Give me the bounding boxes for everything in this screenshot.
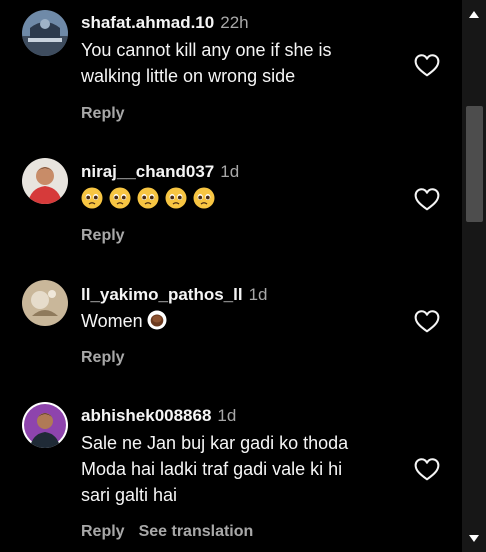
avatar[interactable]: [22, 280, 68, 326]
heart-outline-icon[interactable]: [414, 457, 440, 481]
comment-actions: Reply See translation: [81, 522, 253, 542]
comment-text-line: You cannot kill any one if she is: [81, 40, 332, 60]
comment-actions: Reply: [81, 348, 125, 368]
reply-button[interactable]: Reply: [81, 349, 125, 366]
see-translation-button[interactable]: See translation: [139, 523, 254, 540]
comment-text-line: walking little on wrong side: [81, 66, 296, 86]
hot-beverage-icon: [147, 310, 167, 330]
heart-outline-icon[interactable]: [414, 53, 440, 77]
timestamp: 1d: [220, 162, 240, 181]
scrollbar-thumb[interactable]: [466, 106, 483, 222]
reply-button[interactable]: Reply: [81, 523, 125, 540]
pleading-face-icon: [137, 187, 159, 209]
comment-text-line: Sale ne Jan buj kar gadi ko thoda: [81, 433, 349, 453]
timestamp: 22h: [220, 13, 249, 32]
comment-text-content: Women: [81, 311, 143, 331]
comments-list: shafat.ahmad.10 22h You cannot kill any o…: [0, 0, 462, 552]
reply-button[interactable]: Reply: [81, 105, 125, 122]
comment-header: shafat.ahmad.10 22h: [81, 12, 249, 34]
timestamp: 1d: [248, 285, 268, 304]
heart-outline-icon[interactable]: [414, 187, 440, 211]
avatar[interactable]: [22, 402, 68, 448]
comment-text: Sale ne Jan buj kar gadi ko thoda Moda h…: [81, 430, 401, 508]
comment-header: abhishek008868 1d: [81, 405, 236, 427]
comment-actions: Reply: [81, 104, 125, 124]
username[interactable]: niraj__chand037: [81, 162, 214, 181]
comment-header: niraj__chand037 1d: [81, 161, 239, 183]
avatar[interactable]: [22, 158, 68, 204]
comment-actions: Reply: [81, 226, 125, 246]
avatar[interactable]: [22, 10, 68, 56]
comment-header: ll_yakimo_pathos_ll 1d: [81, 284, 268, 306]
comment-emoji-row: [81, 187, 215, 211]
triangle-up-icon: [469, 10, 479, 18]
heart-outline-icon[interactable]: [414, 309, 440, 333]
scroll-up-button[interactable]: [462, 4, 486, 24]
comment-text: Women: [81, 308, 401, 334]
comment-text: You cannot kill any one if she is walkin…: [81, 37, 401, 89]
pleading-face-icon: [193, 187, 215, 209]
comment-text-line: sari galti hai: [81, 485, 178, 505]
pleading-face-icon: [81, 187, 103, 209]
timestamp: 1d: [217, 406, 237, 425]
comment-text-line: Moda hai ladki traf gadi vale ki hi: [81, 459, 343, 479]
username[interactable]: shafat.ahmad.10: [81, 13, 214, 32]
pleading-face-icon: [165, 187, 187, 209]
username[interactable]: ll_yakimo_pathos_ll: [81, 285, 243, 304]
username[interactable]: abhishek008868: [81, 406, 211, 425]
scroll-down-button[interactable]: [462, 528, 486, 548]
scrollbar[interactable]: [462, 0, 486, 552]
triangle-down-icon: [469, 534, 479, 542]
pleading-face-icon: [109, 187, 131, 209]
reply-button[interactable]: Reply: [81, 227, 125, 244]
